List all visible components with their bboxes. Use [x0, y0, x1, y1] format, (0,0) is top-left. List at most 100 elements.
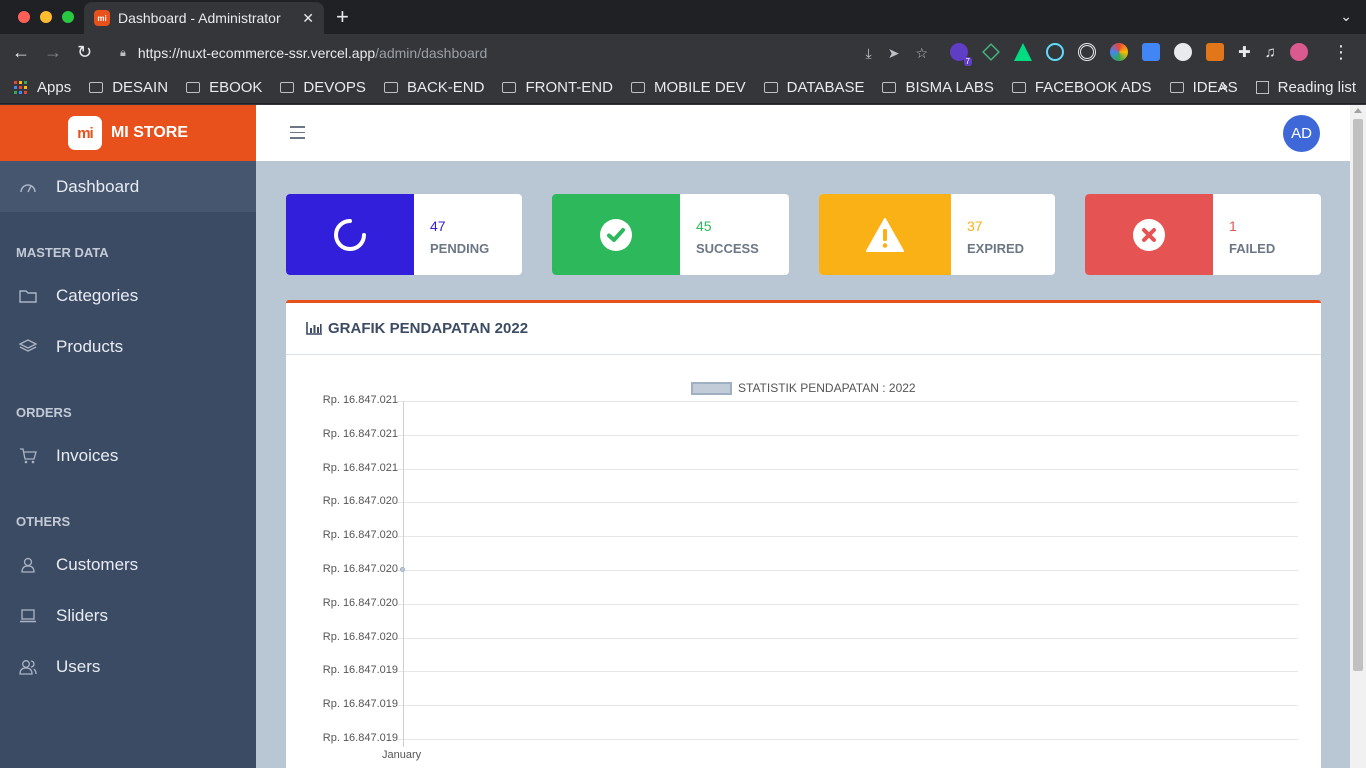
back-button[interactable]: ← [12, 42, 30, 62]
tab-close-icon[interactable]: ✕ [302, 10, 314, 27]
folder-icon [1169, 82, 1184, 93]
browser-tab[interactable]: mi Dashboard - Administrator ✕ [84, 2, 324, 34]
stat-card-success: 45 SUCCESS [552, 194, 789, 275]
y-tick-label: Rp. 16.847.019 [322, 732, 398, 744]
chart-gridline [397, 739, 1298, 740]
laptop-icon [18, 607, 38, 625]
lock-icon[interactable]: 🔒︎ [120, 47, 126, 60]
folder-icon [630, 82, 645, 93]
stat-icon-box [1085, 194, 1213, 275]
extensions-puzzle-icon[interactable]: ✚ [1238, 43, 1251, 61]
card-header: GRAFIK PENDAPATAN 2022 [286, 303, 1321, 355]
sidebar-item-dashboard[interactable]: Dashboard [0, 161, 256, 212]
stat-icon-box [552, 194, 680, 275]
reading-list-button[interactable]: Reading list [1255, 79, 1356, 96]
chart-gridline [397, 536, 1298, 538]
app-header: AD [256, 105, 1350, 161]
menu-toggle-icon[interactable] [290, 126, 305, 143]
sidebar-item-label: Dashboard [56, 176, 140, 196]
y-tick-label: Rp. 16.847.020 [322, 596, 398, 609]
bookmark-folder[interactable]: FACEBOOK ADS [1011, 79, 1152, 96]
react-devtools-icon[interactable] [1046, 43, 1064, 61]
address-bar[interactable]: 🔒︎ https://nuxt-ecommerce-ssr.vercel.app… [106, 38, 944, 68]
chart-gridline [397, 603, 1298, 605]
scroll-thumb[interactable] [1353, 119, 1363, 671]
sidebar-item-users[interactable]: Users [0, 641, 256, 692]
color-picker-icon[interactable] [1110, 43, 1128, 61]
more-bookmarks-button[interactable]: » [1220, 78, 1228, 95]
forward-button[interactable]: → [44, 42, 62, 62]
reload-button[interactable]: ↻ [77, 42, 92, 62]
page-scrollbar[interactable] [1350, 105, 1366, 768]
page-viewport: mi MI STORE Dashboard MASTER DATA Catego… [0, 105, 1366, 768]
url-text[interactable]: https://nuxt-ecommerce-ssr.vercel.app/ad… [138, 45, 487, 61]
bookmark-folder[interactable]: EBOOK [186, 79, 262, 96]
bookmark-folder[interactable]: FRONT-END [502, 79, 613, 96]
bookmark-label: FRONT-END [525, 79, 613, 96]
chart-legend[interactable]: STATISTIK PENDAPATAN : 2022 [691, 381, 916, 395]
sidebar-item-customers[interactable]: Customers [0, 539, 256, 590]
tab-search-chevron-icon[interactable]: ⌄ [1340, 8, 1352, 25]
nuxt-devtools-icon[interactable] [1014, 43, 1032, 61]
chart-data-point[interactable] [400, 567, 405, 572]
browser-menu-icon[interactable]: ⋮ [1332, 42, 1350, 63]
window-minimize-button[interactable] [40, 11, 52, 23]
code-extension-icon[interactable] [1174, 43, 1192, 61]
sidebar-item-categories[interactable]: Categories [0, 270, 256, 321]
chart-gridline [397, 468, 1298, 470]
sidebar: mi MI STORE Dashboard MASTER DATA Catego… [0, 105, 256, 768]
bookmark-label: IDEAS [1192, 79, 1238, 96]
chart-gridline [397, 434, 1298, 436]
card-title: GRAFIK PENDAPATAN 2022 [328, 320, 529, 337]
scroll-up-arrow-icon[interactable] [1354, 108, 1362, 113]
revenue-chart: STATISTIK PENDAPATAN : 2022 Rp. 16.847.0… [286, 375, 1321, 768]
extension-icon[interactable]: 7 [950, 43, 972, 66]
y-tick-label: Rp. 16.847.019 [322, 698, 398, 711]
translate-icon[interactable] [1142, 43, 1160, 61]
bookmark-folder[interactable]: MOBILE DEV [630, 79, 746, 96]
sidebar-item-invoices[interactable]: Invoices [0, 430, 256, 481]
bookmark-folder[interactable]: DEVOPS [280, 79, 366, 96]
sidebar-item-sliders[interactable]: Sliders [0, 590, 256, 641]
profile-avatar[interactable] [1289, 43, 1308, 61]
stat-text: 45 SUCCESS [680, 194, 759, 275]
window-close-button[interactable] [18, 11, 30, 23]
y-tick-label: Rp. 16.847.020 [322, 529, 398, 542]
bookmark-star-icon[interactable]: ☆ [915, 45, 928, 62]
stat-card-expired: 37 EXPIRED [819, 194, 1055, 275]
bar-chart-icon [306, 322, 322, 335]
legend-label: STATISTIK PENDAPATAN : 2022 [738, 381, 916, 395]
cart-icon [18, 447, 38, 465]
folder-icon [186, 82, 201, 93]
bookmark-apps[interactable]: Apps [14, 79, 71, 96]
avatar[interactable]: AD [1283, 115, 1320, 152]
bookmark-folder[interactable]: DATABASE [763, 79, 865, 96]
folder-icon [1011, 82, 1026, 93]
media-icon[interactable]: ♫ [1265, 44, 1276, 61]
bookmark-folder[interactable]: BISMA LABS [882, 79, 994, 96]
chart-gridline [397, 502, 1298, 504]
folder-icon [763, 82, 778, 93]
section-others: OTHERS [16, 514, 71, 529]
send-icon[interactable]: ➤ [888, 45, 900, 62]
bookmark-folder[interactable]: BACK-END [383, 79, 484, 96]
sidebar-item-label: Invoices [56, 445, 119, 465]
bookmark-label: MOBILE DEV [653, 79, 746, 96]
install-icon[interactable]: ⤓ [866, 45, 872, 62]
stat-text: 47 PENDING [414, 194, 489, 275]
bookmark-label: FACEBOOK ADS [1034, 79, 1152, 96]
bookmark-folder[interactable]: DESAIN [89, 79, 168, 96]
folder-icon [383, 82, 398, 93]
target-extension-icon[interactable] [1078, 43, 1096, 61]
sidebar-item-products[interactable]: Products [0, 321, 256, 372]
sidebar-item-label: Customers [56, 554, 139, 574]
stat-card-pending: 47 PENDING [286, 194, 522, 275]
stat-icon-box [819, 194, 951, 275]
vue-devtools-icon[interactable] [982, 43, 1000, 61]
new-tab-button[interactable]: + [336, 4, 349, 30]
bookmark-label: DATABASE [786, 79, 865, 96]
brand[interactable]: mi MI STORE [0, 105, 256, 161]
window-maximize-button[interactable] [62, 11, 74, 23]
metamask-icon[interactable] [1206, 43, 1224, 61]
revenue-chart-card: GRAFIK PENDAPATAN 2022 STATISTIK PENDAPA… [286, 300, 1321, 768]
